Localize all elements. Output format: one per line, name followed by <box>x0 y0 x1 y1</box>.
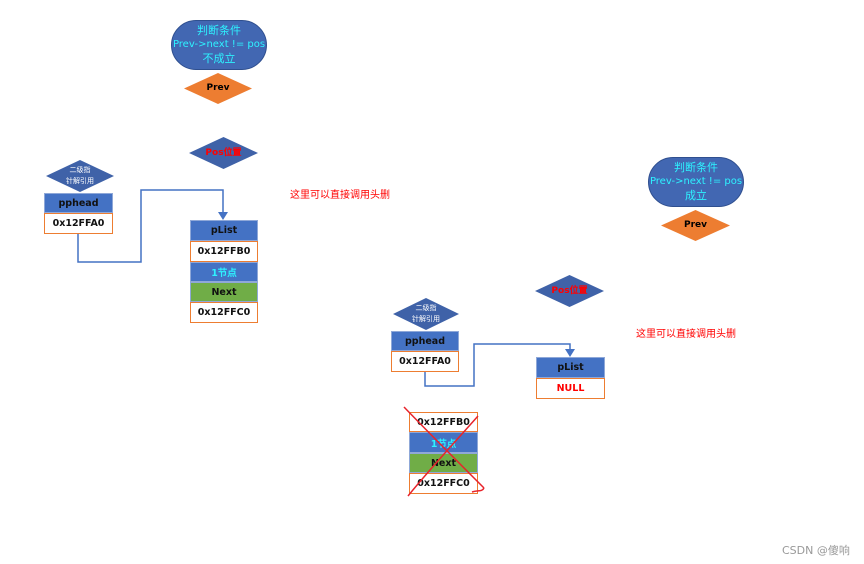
condition-result: 不成立 <box>202 52 236 65</box>
deref-diamond-left: 二级指 针解引用 <box>46 160 114 192</box>
note-right: 这里可以直接调用头删 <box>636 329 736 340</box>
condition-title: 判断条件 <box>674 161 718 174</box>
pphead-label-right: pphead <box>391 331 459 351</box>
note-left: 这里可以直接调用头删 <box>290 190 390 201</box>
condition-title: 判断条件 <box>197 24 241 37</box>
condition-oval-right: 判断条件 Prev->next != pos 成立 <box>648 157 744 207</box>
prev-label: Prev <box>683 220 707 230</box>
next-value-left: 0x12FFC0 <box>190 302 258 323</box>
prev-diamond-right: Prev <box>661 210 730 241</box>
plist-addr-left: 0x12FFB0 <box>190 241 258 262</box>
right-arrowhead <box>565 349 575 357</box>
plist-label-left: pList <box>190 220 258 241</box>
condition-result: 成立 <box>685 189 707 202</box>
pphead-value-right: 0x12FFA0 <box>391 351 459 372</box>
pphead-label-left: pphead <box>44 193 113 213</box>
condition-oval-left: 判断条件 Prev->next != pos 不成立 <box>171 20 267 70</box>
pos-diamond-right: Pos位置 <box>535 275 604 307</box>
pos-label: Pos位置 <box>205 147 242 158</box>
prev-label: Prev <box>206 83 230 93</box>
next-label-left: Next <box>190 282 258 302</box>
deref-line2: 针解引用 <box>412 315 440 323</box>
deref-diamond-right: 二级指 针解引用 <box>393 298 459 330</box>
prev-diamond-left: Prev <box>184 73 252 104</box>
condition-expr: Prev->next != pos <box>649 176 743 187</box>
plist-null-right: NULL <box>536 378 605 399</box>
pos-label: Pos位置 <box>551 285 588 296</box>
plist-label-right: pList <box>536 357 605 378</box>
pos-diamond-left: Pos位置 <box>189 137 258 169</box>
deref-line2: 针解引用 <box>66 177 94 185</box>
condition-expr: Prev->next != pos <box>172 39 266 50</box>
watermark: CSDN @傻响 <box>782 544 850 557</box>
pphead-value-left: 0x12FFA0 <box>44 213 113 234</box>
left-arrowhead <box>218 212 228 220</box>
delete-cross-mark <box>403 406 485 497</box>
node-label-left: 1节点 <box>190 262 258 282</box>
deref-line1: 二级指 <box>69 166 91 174</box>
deref-line1: 二级指 <box>415 304 437 312</box>
